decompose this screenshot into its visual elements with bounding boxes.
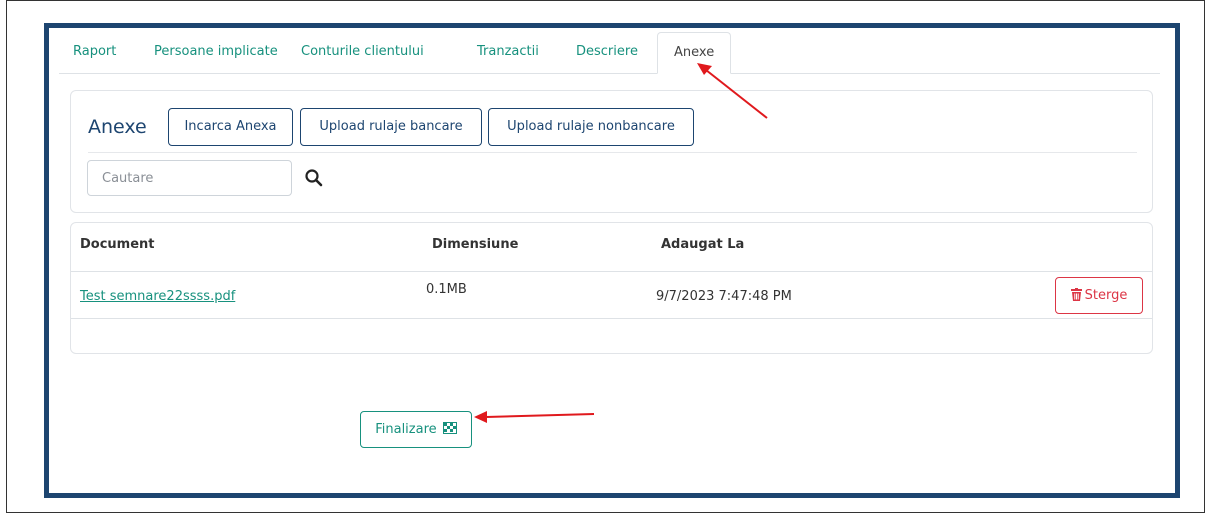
column-header-adaugat-la: Adaugat La	[661, 237, 745, 252]
trash-icon	[1070, 280, 1082, 315]
tab-anexe[interactable]: Anexe	[657, 32, 732, 74]
tab-raport[interactable]: Raport	[73, 32, 116, 73]
header-divider	[71, 271, 1152, 272]
document-added-date: 9/7/2023 7:47:48 PM	[656, 289, 792, 304]
delete-button[interactable]: Sterge	[1055, 277, 1143, 314]
column-header-document: Document	[80, 237, 155, 252]
tab-conturile-clientului[interactable]: Conturile clientului	[301, 32, 424, 73]
document-link[interactable]: Test semnare22ssss.pdf	[80, 289, 235, 304]
upload-rulaje-nonbancare-button[interactable]: Upload rulaje nonbancare	[488, 108, 694, 146]
tab-tranzactii[interactable]: Tranzactii	[477, 32, 539, 73]
document-size: 0.1MB	[426, 282, 467, 297]
anexe-card: Anexe Incarca Anexa Upload rulaje bancar…	[70, 90, 1153, 213]
tab-persoane-implicate[interactable]: Persoane implicate	[154, 32, 278, 73]
finalizare-label: Finalizare	[375, 422, 437, 437]
search-icon[interactable]	[304, 168, 324, 188]
delete-button-label: Sterge	[1084, 288, 1128, 303]
finalizare-button[interactable]: Finalizare	[360, 411, 472, 448]
documents-table: Document Dimensiune Adaugat La Test semn…	[70, 222, 1153, 354]
incarca-anexa-button[interactable]: Incarca Anexa	[168, 108, 293, 146]
tab-bar: Raport Persoane implicate Conturile clie…	[59, 32, 1160, 74]
upload-rulaje-bancare-button[interactable]: Upload rulaje bancare	[300, 108, 482, 146]
tab-descriere[interactable]: Descriere	[576, 32, 638, 73]
checkered-flag-icon	[442, 413, 457, 448]
card-divider	[88, 152, 1137, 153]
row-divider	[71, 318, 1152, 319]
column-header-dimensiune: Dimensiune	[432, 237, 519, 252]
app-window: Raport Persoane implicate Conturile clie…	[44, 23, 1180, 498]
anexe-heading: Anexe	[88, 116, 147, 138]
search-input[interactable]	[87, 160, 292, 196]
screenshot-frame: Raport Persoane implicate Conturile clie…	[6, 0, 1205, 513]
